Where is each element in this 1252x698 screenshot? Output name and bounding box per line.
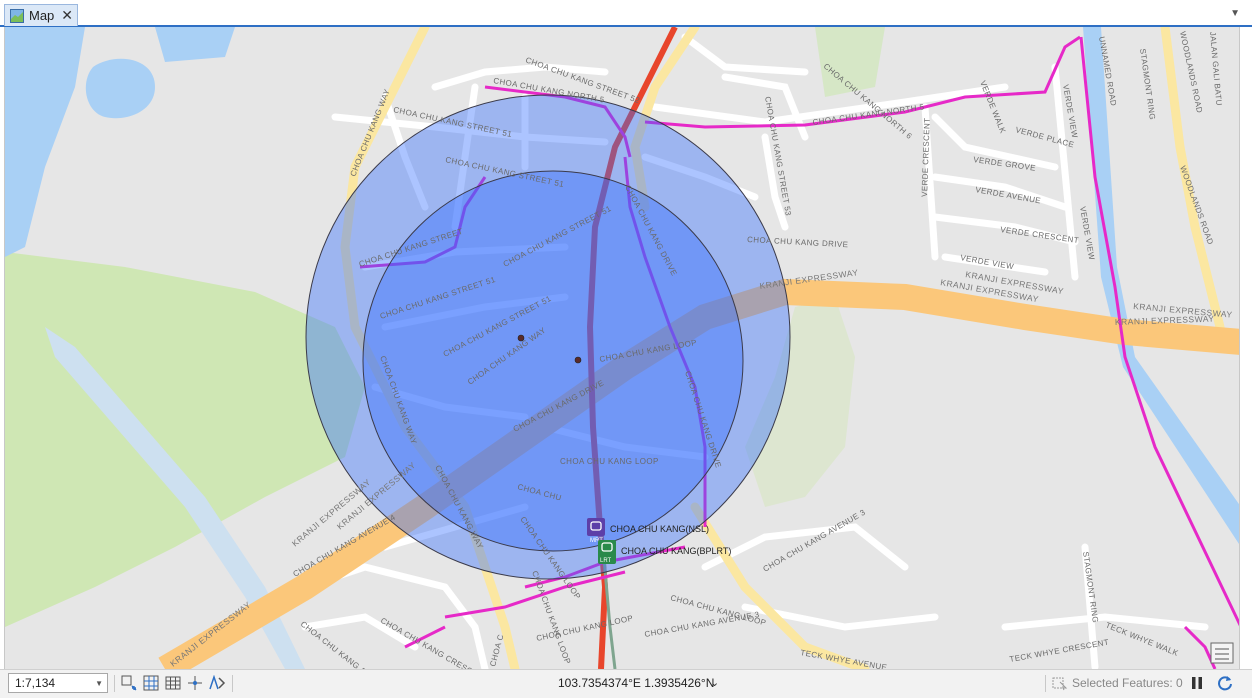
map-canvas[interactable]: CHOA CHU KANG STREET 52 CHOA CHU KANG NO… [4,27,1240,669]
road-label: CHOA CHU KANG LOOP [560,457,659,466]
selected-features[interactable]: Selected Features: 0 [1052,675,1183,691]
status-bar: 1:7,134 ▼ 103.7354374°E 1.3935426°N ⌄ Se… [0,669,1252,698]
reservoir-arm [155,27,235,62]
separator [232,675,233,692]
tab-map[interactable]: Map ✕ [4,4,78,26]
station-label: CHOA CHU KANG(NSL) [610,524,709,534]
attribute-table-icon[interactable] [1210,642,1234,664]
scale-selector[interactable]: 1:7,134 ▼ [8,673,108,693]
chevron-down-icon[interactable]: ⌄ [710,676,719,689]
selection-icon [1052,677,1068,691]
map-view-tab-bar: Map ✕ ▼ [0,0,1252,27]
station-label: CHOA CHU KANG(BPLRT) [621,546,731,556]
pause-drawing-icon[interactable] [1188,674,1206,692]
chevron-down-icon: ▼ [95,678,103,688]
close-icon[interactable]: ✕ [61,7,73,24]
tab-overflow-chevron-icon[interactable]: ▼ [1230,8,1240,19]
selected-features-count: Selected Features: 0 [1072,676,1183,690]
fixed-zoom-in-icon[interactable] [120,674,138,692]
tab-title: Map [29,8,55,23]
scale-value: 1:7,134 [15,676,56,690]
table-grid-icon[interactable] [164,674,182,692]
map-icon [10,8,24,23]
navigation-icon[interactable] [208,674,226,692]
lrt-badge: LRT [600,558,612,564]
separator [114,675,115,692]
lrt-station-marker[interactable]: LRT [598,540,616,564]
grid-snap-icon[interactable] [142,674,160,692]
separator [1045,675,1046,692]
refresh-icon[interactable] [1216,674,1234,692]
buffer-center-point[interactable] [574,356,582,364]
cursor-coordinates: 103.7354374°E 1.3935426°N [558,676,715,690]
snapping-icon[interactable] [186,674,204,692]
